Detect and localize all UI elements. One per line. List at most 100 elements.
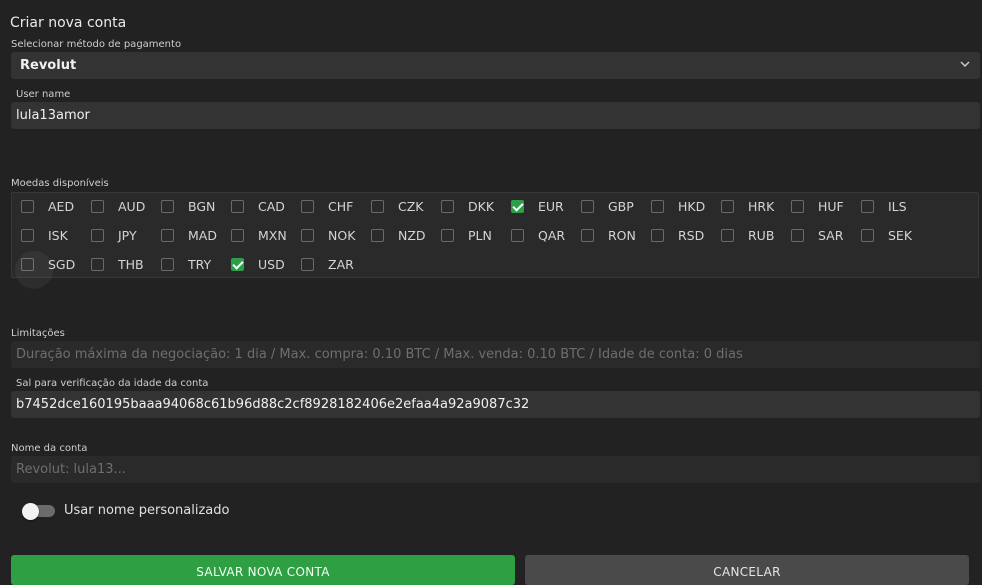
currency-option-cad[interactable]: CAD: [231, 195, 285, 217]
currency-option-try[interactable]: TRY: [161, 253, 211, 275]
chevron-down-icon: [960, 61, 970, 67]
checkbox[interactable]: [581, 199, 594, 213]
checkbox[interactable]: [861, 199, 874, 213]
currency-option-dkk[interactable]: DKK: [441, 195, 494, 217]
currency-option-mad[interactable]: MAD: [161, 224, 217, 246]
currency-code: THB: [118, 256, 144, 272]
currency-code: ZAR: [328, 256, 354, 272]
currency-option-qar[interactable]: QAR: [511, 224, 565, 246]
currency-option-huf[interactable]: HUF: [791, 195, 844, 217]
checkbox[interactable]: [161, 199, 174, 213]
limits-label: Limitações: [11, 328, 65, 339]
currency-code: RON: [608, 227, 636, 243]
checkbox[interactable]: [791, 228, 804, 242]
checkbox[interactable]: [371, 199, 384, 213]
currency-option-pln[interactable]: PLN: [441, 224, 492, 246]
currency-option-thb[interactable]: THB: [91, 253, 144, 275]
currency-option-ron[interactable]: RON: [581, 224, 636, 246]
currency-code: EUR: [538, 198, 564, 214]
focus-ripple: [15, 250, 53, 289]
checkbox[interactable]: [231, 228, 244, 242]
currency-option-rsd[interactable]: RSD: [651, 224, 704, 246]
currency-code: CHF: [328, 198, 354, 214]
checkbox[interactable]: [441, 228, 454, 242]
username-label: User name: [16, 89, 71, 100]
custom-name-label: Usar nome personalizado: [64, 503, 230, 518]
checkbox[interactable]: [721, 199, 734, 213]
payment-method-label: Selecionar método de pagamento: [11, 39, 182, 50]
currency-option-nzd[interactable]: NZD: [371, 224, 426, 246]
currency-option-eur[interactable]: EUR: [511, 195, 564, 217]
currency-code: AUD: [118, 198, 146, 214]
currency-option-hrk[interactable]: HRK: [721, 195, 774, 217]
limits-value: Duração máxima da negociação: 1 dia / Ma…: [16, 347, 743, 362]
currency-option-usd[interactable]: USD: [231, 253, 285, 275]
payment-method-select[interactable]: Revolut: [11, 52, 980, 79]
checkbox[interactable]: [301, 199, 314, 213]
currency-code: MAD: [188, 227, 217, 243]
currency-code: AED: [48, 198, 75, 214]
checkbox[interactable]: [441, 199, 454, 213]
checkbox[interactable]: [161, 228, 174, 242]
currency-option-ils[interactable]: ILS: [861, 195, 907, 217]
account-name-placeholder: Revolut: lula13...: [16, 462, 126, 477]
username-value: lula13amor: [16, 108, 90, 123]
checkbox[interactable]: [861, 228, 874, 242]
currency-option-hkd[interactable]: HKD: [651, 195, 705, 217]
checkbox[interactable]: [231, 257, 244, 271]
account-name-field[interactable]: Revolut: lula13...: [11, 456, 980, 483]
currency-option-sar[interactable]: SAR: [791, 224, 843, 246]
checkbox[interactable]: [511, 228, 524, 242]
currency-option-isk[interactable]: ISK: [21, 224, 68, 246]
currency-code: ISK: [48, 227, 68, 243]
checkbox[interactable]: [791, 199, 804, 213]
currency-option-bgn[interactable]: BGN: [161, 195, 215, 217]
currency-option-aud[interactable]: AUD: [91, 195, 145, 217]
currencies-label: Moedas disponíveis: [11, 178, 109, 189]
checkbox[interactable]: [371, 228, 384, 242]
checkbox[interactable]: [161, 257, 174, 271]
username-field[interactable]: lula13amor: [11, 102, 980, 129]
currency-code: BGN: [188, 198, 216, 214]
currency-code: USD: [258, 256, 285, 272]
currency-option-zar[interactable]: ZAR: [301, 253, 354, 275]
currency-code: CAD: [258, 198, 285, 214]
checkbox[interactable]: [91, 228, 104, 242]
checkbox[interactable]: [91, 257, 104, 271]
currency-code: MXN: [258, 227, 287, 243]
currency-checklist: AED AUD BGN CAD CHF CZK DKK EUR GBP HKD HRK HUF ILS I…: [11, 192, 979, 289]
currency-code: CZK: [398, 198, 424, 214]
currency-code: PLN: [468, 227, 492, 243]
checkbox[interactable]: [511, 199, 524, 213]
salt-label: Sal para verificação da idade da conta: [16, 378, 209, 389]
currency-option-mxn[interactable]: MXN: [231, 224, 287, 246]
currency-code: ILS: [888, 198, 907, 214]
limits-field: Duração máxima da negociação: 1 dia / Ma…: [11, 341, 980, 368]
currency-code: HRK: [748, 198, 775, 214]
toggle-knob[interactable]: [22, 503, 39, 520]
checkbox[interactable]: [721, 228, 734, 242]
checkbox[interactable]: [581, 228, 594, 242]
currency-code: RSD: [678, 227, 705, 243]
checkbox[interactable]: [651, 199, 664, 213]
currency-option-aed[interactable]: AED: [21, 195, 74, 217]
currency-option-sgd[interactable]: SGD: [15, 250, 75, 289]
checkbox[interactable]: [91, 199, 104, 213]
currency-option-gbp[interactable]: GBP: [581, 195, 634, 217]
checkbox[interactable]: [15, 250, 53, 289]
checkbox[interactable]: [651, 228, 664, 242]
checkbox[interactable]: [301, 228, 314, 242]
currency-option-nok[interactable]: NOK: [301, 224, 355, 246]
currency-option-jpy[interactable]: JPY: [91, 224, 137, 246]
checkbox[interactable]: [21, 199, 34, 213]
checkbox[interactable]: [21, 228, 34, 242]
checkbox[interactable]: [301, 257, 314, 271]
salt-field[interactable]: b7452dce160195baaa94068c61b96d88c2cf8928…: [11, 391, 980, 418]
currency-option-czk[interactable]: CZK: [371, 195, 424, 217]
currency-code: TRY: [188, 256, 212, 272]
currency-option-chf[interactable]: CHF: [301, 195, 353, 217]
currency-option-rub[interactable]: RUB: [721, 224, 774, 246]
checkbox[interactable]: [231, 199, 244, 213]
currency-option-sek[interactable]: SEK: [861, 224, 912, 246]
currency-code: HKD: [678, 198, 706, 214]
